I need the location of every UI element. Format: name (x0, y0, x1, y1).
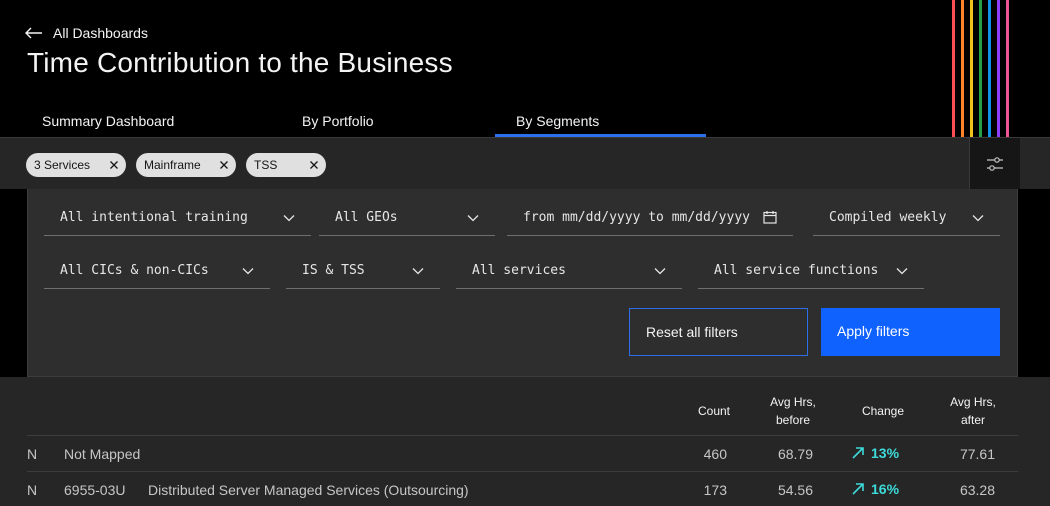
row-change: 16% (851, 481, 899, 497)
row-name: Not Mapped (64, 446, 141, 462)
back-link[interactable]: All Dashboards (24, 24, 148, 42)
date-range-value: from mm/dd/yyyy to mm/dd/yyyy (523, 210, 750, 225)
filter-chip-label: Mainframe (144, 158, 201, 172)
chevron-down-icon (467, 215, 479, 222)
tab-summary-dashboard[interactable]: Summary Dashboard (42, 105, 174, 137)
dashboard-tabs: Summary Dashboard By Portfolio By Segmen… (0, 105, 1050, 137)
filter-chip[interactable]: 3 Services (26, 153, 126, 177)
apply-filters-button[interactable]: Apply filters (821, 308, 1000, 356)
column-header-line: before (775, 413, 811, 427)
chevron-down-icon (896, 268, 908, 275)
training-dropdown[interactable]: All intentional training (44, 200, 311, 236)
row-change-value: 16% (871, 481, 900, 497)
close-icon[interactable] (308, 159, 320, 171)
chevron-down-icon (654, 268, 666, 275)
row-change-value: 13% (871, 445, 900, 461)
filter-panel: All intentional training All GEOs from m… (27, 189, 1018, 377)
reset-filters-button[interactable]: Reset all filters (629, 308, 808, 356)
tab-by-portfolio[interactable]: By Portfolio (302, 105, 374, 137)
filter-chip[interactable]: TSS (246, 153, 326, 177)
row-avg-after: 63.28 (959, 482, 995, 498)
close-icon[interactable] (218, 159, 230, 171)
services-dropdown[interactable]: All services (456, 253, 682, 289)
arrow-left-icon (25, 27, 42, 39)
row-avg-before: 68.79 (777, 446, 813, 462)
calendar-icon[interactable] (763, 210, 777, 224)
dropdown-value: All service functions (714, 263, 879, 278)
column-header-line: Avg Hrs, (770, 395, 816, 409)
date-range-field[interactable]: from mm/dd/yyyy to mm/dd/yyyy (507, 200, 793, 236)
dropdown-value: All CICs & non-CICs (60, 263, 209, 278)
table-row[interactable]: N 6955-03U Distributed Server Managed Se… (27, 472, 1018, 506)
row-count: 173 (703, 482, 727, 498)
column-header-count[interactable]: Count (690, 402, 738, 420)
column-header-line: after (960, 413, 985, 427)
row-flag: N (27, 482, 38, 498)
close-icon[interactable] (108, 159, 120, 171)
dropdown-value: Compiled weekly (829, 210, 947, 225)
page-title: Time Contribution to the Business (27, 47, 453, 78)
dropdown-value: IS & TSS (302, 263, 365, 278)
column-header-change[interactable]: Change (853, 402, 913, 420)
column-header-avg-before[interactable]: Avg Hrs, before (763, 393, 823, 429)
geo-dropdown[interactable]: All GEOs (319, 200, 495, 236)
filter-settings-button[interactable] (969, 138, 1020, 189)
filter-chip-label: 3 Services (34, 158, 91, 172)
row-avg-after: 77.61 (959, 446, 995, 462)
table-row[interactable]: N Not Mapped 460 68.79 13% 77.61 (27, 436, 1018, 472)
row-code: 6955-03U (64, 482, 126, 498)
column-header-avg-after[interactable]: Avg Hrs, after (943, 393, 1003, 429)
arrow-up-right-icon (852, 483, 864, 495)
row-avg-before: 54.56 (777, 482, 813, 498)
row-flag: N (27, 446, 38, 462)
filter-chip-label: TSS (254, 158, 278, 172)
active-filters-bar: 3 Services Mainframe TSS (0, 137, 1050, 189)
cic-dropdown[interactable]: All CICs & non-CICs (44, 253, 270, 289)
row-count: 460 (703, 446, 727, 462)
column-header-line: Avg Hrs, (950, 395, 996, 409)
frequency-dropdown[interactable]: Compiled weekly (813, 200, 1000, 236)
back-link-label: All Dashboards (53, 25, 148, 41)
chevron-down-icon (242, 268, 254, 275)
chevron-down-icon (972, 215, 984, 222)
dropdown-value: All GEOs (335, 210, 398, 225)
filter-chip[interactable]: Mainframe (136, 153, 236, 177)
segments-table: Count Avg Hrs, before Change Avg Hrs, af… (0, 377, 1050, 506)
settings-adjust-icon (987, 156, 1003, 171)
chevron-down-icon (412, 268, 424, 275)
segment-dropdown[interactable]: IS & TSS (286, 253, 440, 289)
row-name: Distributed Server Managed Services (Out… (148, 482, 469, 498)
row-change: 13% (851, 445, 899, 461)
arrow-up-right-icon (852, 447, 864, 459)
tab-by-segments[interactable]: By Segments (516, 105, 599, 137)
dropdown-value: All services (472, 263, 566, 278)
dropdown-value: All intentional training (60, 210, 248, 225)
page-header: All Dashboards Time Contribution to the … (0, 0, 1050, 137)
chevron-down-icon (283, 215, 295, 222)
service-functions-dropdown[interactable]: All service functions (698, 253, 924, 289)
